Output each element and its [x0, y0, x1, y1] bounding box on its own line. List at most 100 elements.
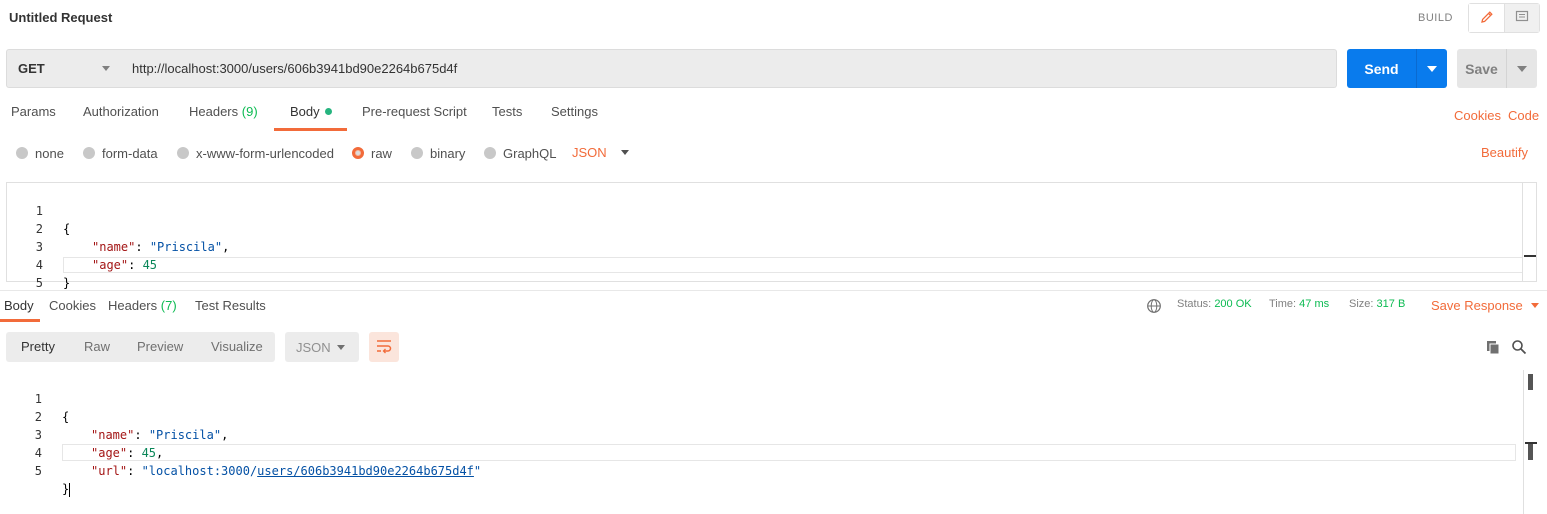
comment-icon — [1514, 9, 1530, 28]
save-response-button[interactable]: Save Response — [1431, 298, 1539, 313]
closing-brace: } — [62, 482, 70, 496]
url-link[interactable]: users/606b3941bd90e2264b675d4f — [257, 464, 474, 478]
json-key: "url" — [91, 464, 128, 478]
chevron-down-icon — [1517, 65, 1527, 72]
tab-tests[interactable]: Tests — [492, 104, 522, 132]
time-value[interactable]: 47 ms — [1299, 298, 1329, 310]
tab-body-label: Body — [290, 104, 320, 119]
tab-authorization[interactable]: Authorization — [83, 104, 159, 132]
status-value[interactable]: 200 OK — [1214, 298, 1251, 310]
radio-circle — [411, 147, 423, 159]
response-headers-count: (7) — [160, 298, 177, 313]
line-number: 5 — [34, 464, 42, 478]
wrap-lines-button[interactable] — [369, 332, 399, 362]
radio-x-www-form-urlencoded[interactable]: x-www-form-urlencoded — [177, 144, 334, 162]
radio-label: x-www-form-urlencoded — [196, 145, 334, 161]
radio-label: none — [35, 145, 64, 161]
view-visualize-button[interactable]: Visualize — [211, 332, 263, 362]
response-headers-label: Headers — [108, 298, 158, 313]
active-response-tab-underline — [0, 319, 40, 322]
radio-graphql[interactable]: GraphQL — [484, 144, 556, 162]
code-text: "url": "localhost:3000/users/606b3941bd9… — [91, 462, 481, 480]
search-icon[interactable] — [1509, 337, 1529, 357]
tab-params[interactable]: Params — [11, 104, 56, 132]
radio-circle — [83, 147, 95, 159]
cookies-link[interactable]: Cookies — [1454, 108, 1501, 123]
url-input[interactable]: http://localhost:3000/users/606b3941bd90… — [121, 49, 1337, 88]
code-line: 5 } — [0, 444, 1516, 497]
radio-circle — [484, 147, 496, 159]
send-button[interactable]: Send — [1347, 49, 1416, 88]
save-options-button[interactable] — [1506, 49, 1537, 88]
save-response-label: Save Response — [1431, 298, 1523, 313]
scroll-thumb[interactable] — [1528, 374, 1533, 390]
scroll-thumb-lower — [1528, 444, 1533, 460]
response-scrollbar[interactable] — [1523, 370, 1537, 514]
scroll-position-marker — [1524, 255, 1536, 257]
language-select[interactable]: JSON — [572, 145, 629, 160]
body-indicator-dot — [324, 108, 332, 116]
radio-circle — [16, 147, 28, 159]
response-view-modes: Pretty Raw Preview Visualize — [6, 332, 275, 362]
response-tab-test-results[interactable]: Test Results — [195, 298, 266, 313]
title-bar: Untitled Request BUILD — [0, 0, 1547, 38]
code-line: 4 } — [7, 238, 1523, 290]
code-text: } — [62, 480, 71, 498]
size-value[interactable]: 317 B — [1377, 298, 1406, 310]
json-string: "localhost:3000/ — [141, 464, 258, 478]
url-value: http://localhost:3000/users/606b3941bd90… — [132, 61, 458, 76]
tab-headers[interactable]: Headers (9) — [189, 104, 258, 132]
radio-label: GraphQL — [503, 145, 557, 161]
radio-none[interactable]: none — [16, 144, 64, 162]
comments-mode-button[interactable] — [1504, 4, 1539, 32]
response-format-select[interactable]: JSON — [285, 332, 359, 362]
active-tab-underline — [274, 128, 347, 131]
time-info: Time: 47 ms — [1269, 298, 1329, 310]
edit-mode-button[interactable] — [1469, 4, 1504, 32]
code-line: 2 "name": "Priscila", — [7, 202, 1523, 254]
wrap-lines-icon — [375, 338, 393, 357]
response-body-viewer[interactable]: 1 { 2 "name": "Priscila", 3 "age": 45, 4… — [0, 370, 1547, 514]
request-body-editor[interactable]: 1 { 2 "name": "Priscila", 3 "age": 45 4 … — [6, 182, 1537, 290]
radio-circle-selected — [352, 147, 364, 159]
code-line: 1 { — [0, 372, 1516, 424]
section-divider — [0, 290, 1547, 291]
headers-count: (9) — [241, 104, 258, 119]
chevron-down-icon — [102, 66, 110, 71]
code-line: 1 { — [7, 184, 1523, 236]
response-tab-body[interactable]: Body — [4, 298, 34, 313]
code-line: 3 "age": 45 — [7, 220, 1523, 272]
status-info: Status: 200 OK — [1177, 298, 1252, 310]
radio-binary[interactable]: binary — [411, 144, 465, 162]
method-select[interactable]: GET — [6, 49, 122, 88]
beautify-link[interactable]: Beautify — [1481, 145, 1528, 160]
method-value: GET — [18, 61, 45, 76]
radio-circle — [177, 147, 189, 159]
code-line: 2 "name": "Priscila", — [0, 390, 1516, 442]
view-pretty-button[interactable]: Pretty — [21, 332, 55, 362]
copy-icon[interactable] — [1483, 337, 1503, 357]
radio-label: raw — [371, 145, 392, 161]
radio-form-data[interactable]: form-data — [83, 144, 158, 162]
send-options-button[interactable] — [1416, 49, 1447, 88]
tab-settings[interactable]: Settings — [551, 104, 598, 132]
chevron-down-icon — [620, 150, 629, 155]
radio-raw[interactable]: raw — [352, 144, 392, 162]
chevron-down-icon — [337, 345, 345, 350]
editor-scrollbar[interactable] — [1522, 183, 1536, 281]
request-title[interactable]: Untitled Request — [9, 10, 112, 25]
save-button[interactable]: Save — [1457, 49, 1506, 88]
view-preview-button[interactable]: Preview — [137, 332, 183, 362]
response-tab-headers[interactable]: Headers (7) — [108, 298, 177, 313]
json-separator: : — [127, 464, 142, 478]
view-raw-button[interactable]: Raw — [84, 332, 110, 362]
response-tab-cookies[interactable]: Cookies — [49, 298, 96, 313]
globe-icon[interactable] — [1144, 296, 1164, 316]
code-line: 4 "url": "localhost:3000/users/606b3941b… — [0, 426, 1516, 478]
code-link[interactable]: Code — [1508, 108, 1539, 123]
radio-label: form-data — [102, 145, 158, 161]
chevron-down-icon — [1427, 65, 1437, 72]
language-value: JSON — [572, 145, 607, 160]
json-string-end: " — [473, 464, 482, 478]
tab-prerequest-script[interactable]: Pre-request Script — [362, 104, 467, 132]
